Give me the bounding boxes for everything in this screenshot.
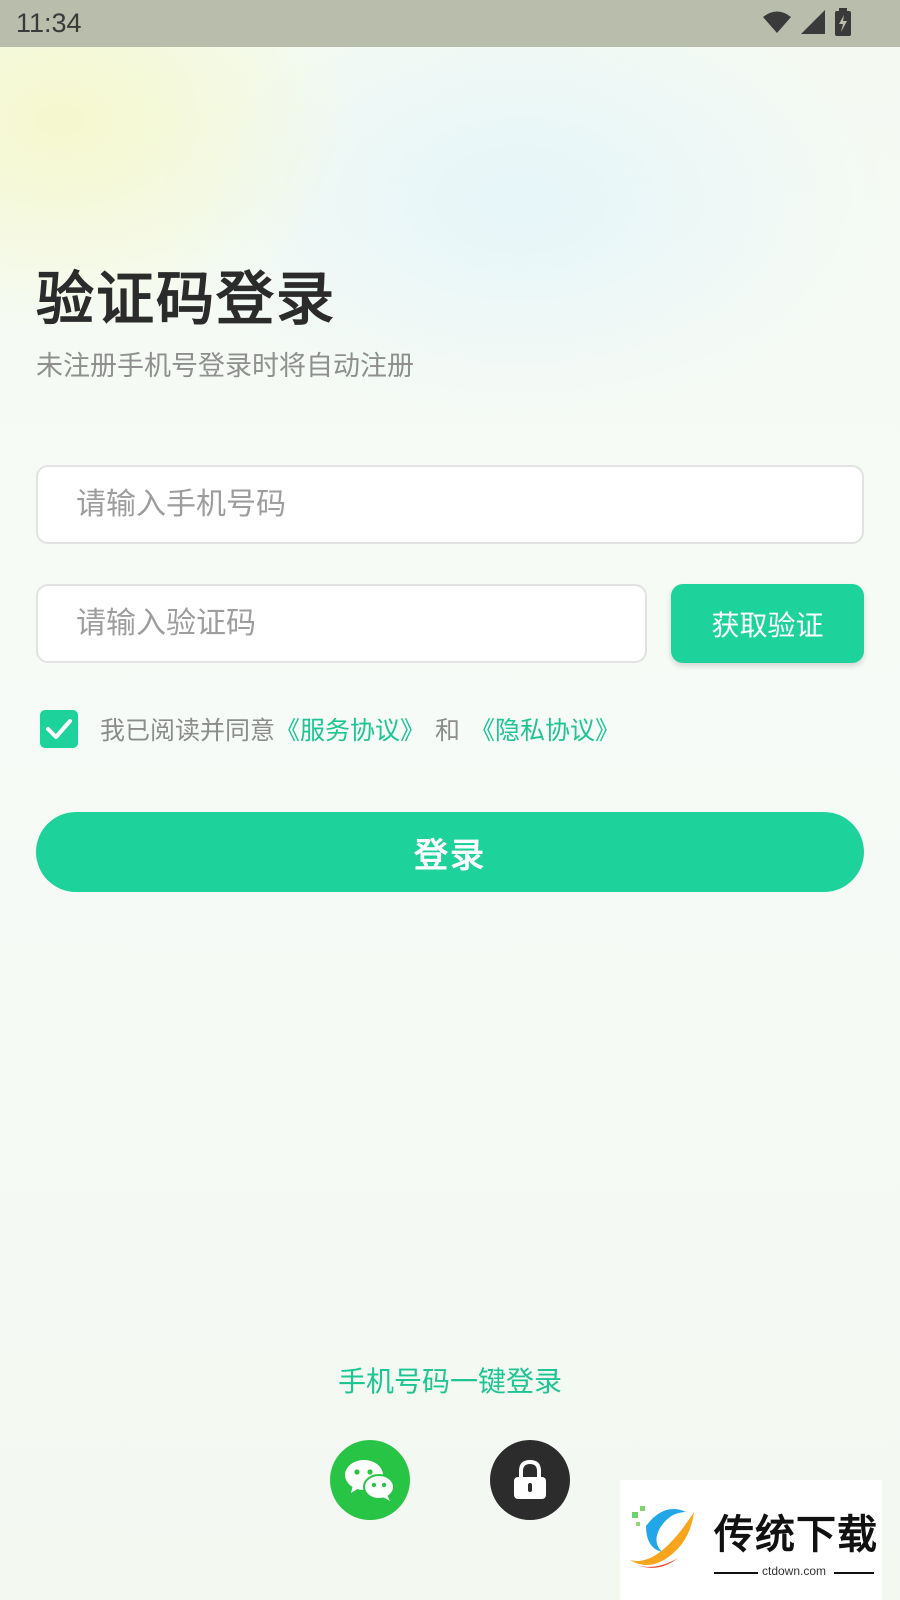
watermark-brand: 传统下载 <box>714 1512 878 1558</box>
code-field <box>36 584 647 663</box>
status-bar: 11:34 <box>0 0 900 47</box>
phone-field <box>36 465 864 544</box>
lock-icon <box>514 1459 546 1499</box>
check-icon <box>46 719 72 739</box>
watermark-divider-right <box>834 1572 874 1574</box>
page-title: 验证码登录 <box>36 265 337 333</box>
phone-input[interactable] <box>38 467 862 542</box>
agreement-row: 我已阅读并同意 《服务协议》 和 《隐私协议》 <box>40 709 620 749</box>
agree-checkbox[interactable] <box>40 710 78 748</box>
one-key-login-link[interactable]: 手机号码一键登录 <box>0 1360 900 1400</box>
get-code-button[interactable]: 获取验证 <box>671 584 864 663</box>
privacy-agreement-link[interactable]: 《隐私协议》 <box>470 711 620 747</box>
status-time: 11:34 <box>16 8 82 38</box>
and-text: 和 <box>435 716 461 745</box>
signal-icon <box>801 10 825 34</box>
login-button[interactable]: 登录 <box>36 812 864 892</box>
watermark-url: ctdown.com <box>761 1564 827 1578</box>
watermark: 传统下载 ctdown.com <box>620 1480 882 1600</box>
wifi-icon <box>763 11 791 33</box>
verification-code-input[interactable] <box>38 586 645 661</box>
brand-logo-icon <box>630 1506 694 1568</box>
service-agreement-link[interactable]: 《服务协议》 <box>275 711 425 747</box>
wechat-login-button[interactable] <box>330 1440 410 1520</box>
page-subtitle: 未注册手机号登录时将自动注册 <box>36 351 414 382</box>
status-icons <box>762 8 852 36</box>
agree-text: 我已阅读并同意 <box>100 716 276 745</box>
password-login-button[interactable] <box>490 1440 570 1520</box>
battery-icon <box>835 8 851 36</box>
wechat-icon <box>345 1460 395 1501</box>
